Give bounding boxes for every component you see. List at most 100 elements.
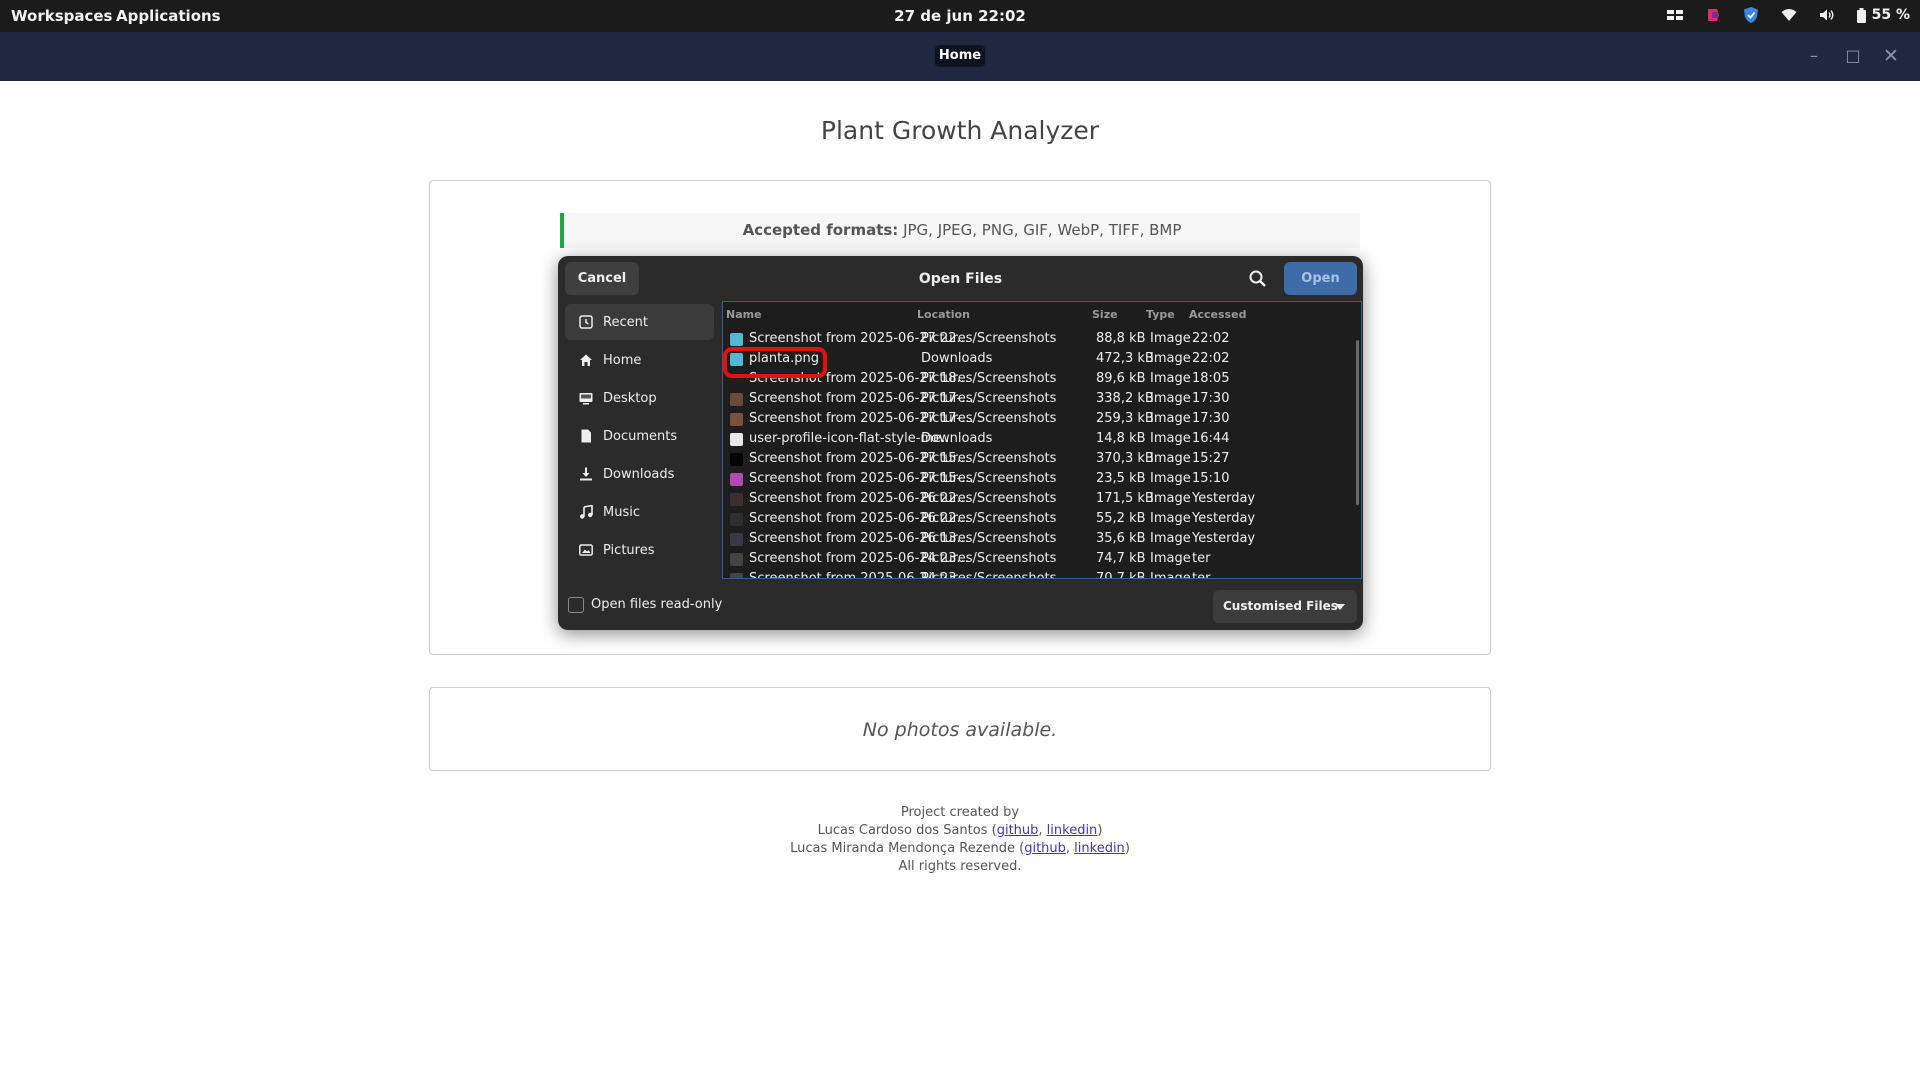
open-files-dialog: Cancel Open Files Open Recent Home Deskt… [558, 256, 1363, 630]
column-header-name[interactable]: Name [726, 308, 762, 321]
battery-percent: 55 % [1871, 7, 1910, 23]
file-row[interactable]: Screenshot from 2025-06-27 15-... Picture… [723, 469, 1361, 489]
battery-icon [1856, 7, 1866, 23]
column-header-size[interactable]: Size [1092, 308, 1118, 321]
file-accessed: 22:02 [1192, 351, 1230, 366]
file-location: Pictures/Screenshots [921, 511, 1057, 526]
linkedin-link[interactable]: linkedin [1074, 841, 1125, 856]
file-type: Image [1150, 571, 1191, 579]
sidebar-item-desktop[interactable]: Desktop [565, 380, 714, 416]
file-location: Pictures/Screenshots [921, 371, 1057, 386]
file-row[interactable]: Screenshot from 2025-06-27 22... Pictures… [723, 329, 1361, 349]
sidebar-item-label: Home [603, 352, 642, 368]
file-accessed: ter [1192, 551, 1211, 566]
tab-home[interactable]: Home [935, 45, 985, 67]
file-accessed: 22:02 [1192, 331, 1230, 346]
sidebar-item-documents[interactable]: Documents [565, 418, 714, 454]
file-row[interactable]: Screenshot from 2025-06-27 17-... Picture… [723, 389, 1361, 409]
column-header-type[interactable]: Type [1146, 308, 1175, 321]
file-filter-dropdown[interactable]: Customised Files [1213, 590, 1357, 623]
image-file-icon [730, 553, 743, 566]
formats-value: JPG, JPEG, PNG, GIF, WebP, TIFF, BMP [898, 221, 1182, 239]
workspace-grid-icon[interactable] [1666, 9, 1683, 21]
file-row[interactable]: Screenshot from 2025-06-27 17-... Picture… [723, 409, 1361, 429]
column-header-location[interactable]: Location [917, 308, 970, 321]
file-location: Pictures/Screenshots [921, 391, 1057, 406]
browser-header: Home – □ ✕ [0, 32, 1920, 81]
file-accessed: 17:30 [1192, 411, 1230, 426]
file-accessed: Yesterday [1192, 531, 1256, 546]
sidebar-item-music[interactable]: Music [565, 494, 714, 530]
shield-icon[interactable] [1743, 6, 1759, 24]
file-size: 338,2 kB [1096, 391, 1154, 406]
cancel-button[interactable]: Cancel [565, 262, 639, 295]
sidebar-item-recent[interactable]: Recent [565, 304, 714, 340]
volume-icon[interactable] [1819, 8, 1835, 22]
app-indicator-icon[interactable] [1705, 7, 1721, 23]
footer-credit: Project created by [900, 805, 1020, 820]
file-size: 259,3 kB [1096, 411, 1154, 426]
github-link[interactable]: github [1024, 841, 1066, 856]
sidebar-item-label: Desktop [603, 390, 657, 406]
file-row[interactable]: Screenshot from 2025-06-26 22... Pictures… [723, 509, 1361, 529]
image-file-icon [730, 533, 743, 546]
linkedin-link[interactable]: linkedin [1047, 823, 1098, 838]
maximize-icon[interactable]: □ [1843, 46, 1863, 66]
document-icon [581, 429, 591, 443]
file-accessed: 17:30 [1192, 391, 1230, 406]
clock[interactable]: 27 de jun 22:02 [0, 7, 1920, 25]
file-location: Pictures/Screenshots [921, 471, 1057, 486]
column-header-accessed[interactable]: Accessed [1189, 308, 1246, 321]
file-row[interactable]: Screenshot from 2025-06-24 23... Pictures… [723, 569, 1361, 579]
file-location: Pictures/Screenshots [921, 331, 1057, 346]
file-type: Image [1150, 551, 1191, 566]
workspaces-button[interactable]: Workspaces [11, 7, 112, 25]
image-file-icon [730, 473, 743, 486]
sidebar-item-home[interactable]: Home [565, 342, 714, 378]
battery-indicator[interactable]: 55 % [1856, 7, 1910, 23]
file-type: Image [1150, 471, 1191, 486]
applications-button[interactable]: Applications [116, 7, 221, 25]
image-file-icon [730, 493, 743, 506]
home-icon [580, 354, 592, 366]
sidebar-item-downloads[interactable]: Downloads [565, 456, 714, 492]
wifi-icon[interactable] [1781, 8, 1797, 22]
footer-author-2: Lucas Miranda Mendonça Rezende (github, … [790, 841, 1130, 856]
file-row[interactable]: user-profile-icon-flat-style-me... Downlo… [723, 429, 1361, 449]
file-size: 74,7 kB [1096, 551, 1146, 566]
open-button[interactable]: Open [1284, 262, 1357, 295]
sidebar-item-label: Pictures [603, 542, 655, 558]
pictures-icon [579, 544, 593, 556]
read-only-checkbox[interactable] [568, 597, 584, 613]
file-row[interactable]: Screenshot from 2025-06-26 22... Pictures… [723, 489, 1361, 509]
file-accessed: ter [1192, 571, 1211, 579]
close-icon[interactable]: ✕ [1881, 46, 1901, 66]
dialog-title: Open Files [918, 271, 1003, 287]
image-file-icon [730, 573, 743, 578]
file-row[interactable]: Screenshot from 2025-06-24 23... Pictures… [723, 549, 1361, 569]
file-row[interactable]: Screenshot from 2025-06-26 13... Pictures… [723, 529, 1361, 549]
file-type: Image [1150, 531, 1191, 546]
file-type: Image [1150, 351, 1191, 366]
file-list: Name Location Size Type Accessed Screens… [722, 301, 1362, 579]
footer: Project created by Lucas Cardoso dos San… [0, 804, 1920, 876]
file-accessed: 16:44 [1192, 431, 1230, 446]
scrollbar[interactable] [1356, 340, 1359, 505]
system-tray: 55 % [1666, 6, 1910, 24]
file-accessed: 15:27 [1192, 451, 1230, 466]
page-title: Plant Growth Analyzer [820, 116, 1100, 145]
file-size: 88,8 kB [1096, 331, 1146, 346]
places-sidebar: Recent Home Desktop Documents Downloads … [558, 302, 721, 579]
search-icon[interactable] [1247, 268, 1269, 290]
file-type: Image [1150, 371, 1191, 386]
file-row[interactable]: Screenshot from 2025-06-27 15... Pictures… [723, 449, 1361, 469]
sidebar-item-pictures[interactable]: Pictures [565, 532, 714, 568]
footer-author-1: Lucas Cardoso dos Santos (github, linked… [817, 823, 1103, 838]
file-accessed: Yesterday [1192, 511, 1256, 526]
file-location: Pictures/Screenshots [921, 491, 1057, 506]
minimize-icon[interactable]: – [1804, 46, 1824, 66]
file-filter-label: Customised Files [1223, 599, 1338, 613]
github-link[interactable]: github [997, 823, 1039, 838]
file-type: Image [1150, 411, 1191, 426]
sidebar-item-label: Documents [603, 428, 678, 444]
